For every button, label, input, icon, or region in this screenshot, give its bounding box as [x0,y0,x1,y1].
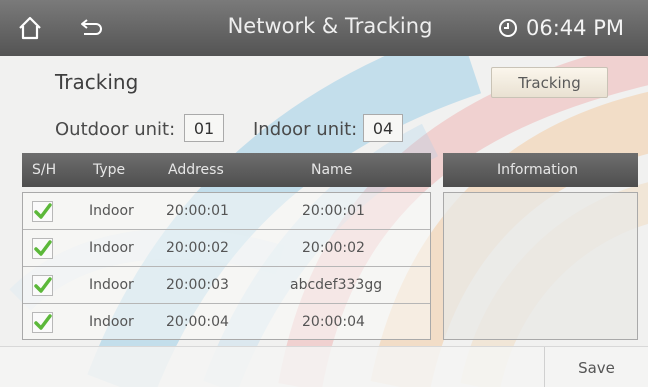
checkmark-icon [34,277,52,293]
show-hide-checkbox[interactable] [32,201,53,222]
row-type: Indoor [89,277,134,293]
back-button[interactable] [70,0,114,56]
indoor-unit-label: Indoor unit: [253,119,358,140]
show-hide-checkbox[interactable] [32,275,53,296]
information-header: Information [443,153,638,187]
row-type: Indoor [89,314,134,330]
clock: 06:44 PM [498,0,624,56]
show-hide-checkbox[interactable] [32,312,53,333]
section-title: Tracking [55,70,139,94]
table-body: Indoor 20:00:01 20:00:01 Indoor 20:00:02… [22,192,431,340]
column-header-name: Name [311,162,353,178]
table-row[interactable]: Indoor 20:00:01 20:00:01 [23,193,430,230]
column-header-address: Address [168,162,224,178]
row-address: 20:00:02 [166,240,229,256]
row-type: Indoor [89,203,134,219]
information-panel [443,192,638,340]
home-icon [19,16,41,40]
bottom-bar: Save [0,346,648,387]
row-address: 20:00:03 [166,277,229,293]
checkmark-icon [34,314,52,330]
table-row[interactable]: Indoor 20:00:02 20:00:02 [23,230,430,267]
outdoor-unit-field[interactable]: 01 [184,114,224,142]
outdoor-unit-label: Outdoor unit: [55,119,176,140]
row-name: 20:00:02 [302,240,365,256]
save-button[interactable]: Save [544,347,648,387]
row-name: 20:00:01 [302,203,365,219]
checkmark-icon [34,240,52,256]
home-button[interactable] [8,0,52,56]
main-content: Tracking Tracking Outdoor unit: 01 Indoo… [0,56,648,387]
table-header: S/H Type Address Name [22,153,431,187]
show-hide-checkbox[interactable] [32,238,53,259]
column-header-type: Type [93,162,126,178]
table-row[interactable]: Indoor 20:00:03 abcdef333gg [23,267,430,304]
row-address: 20:00:04 [166,314,229,330]
header-bar: Network & Tracking 06:44 PM [0,0,648,56]
page-title: Network & Tracking [227,14,433,38]
clock-time: 06:44 PM [526,16,624,40]
back-arrow-icon [81,19,102,35]
row-name: abcdef333gg [290,277,383,293]
clock-icon [499,19,517,37]
checkmark-icon [34,203,52,219]
table-row[interactable]: Indoor 20:00:04 20:00:04 [23,304,430,341]
indoor-unit-field[interactable]: 04 [363,114,403,142]
row-type: Indoor [89,240,134,256]
tracking-button[interactable]: Tracking [491,67,608,98]
information-title: Information [497,162,579,178]
row-name: 20:00:04 [302,314,365,330]
column-header-sh: S/H [32,162,57,178]
row-address: 20:00:01 [166,203,229,219]
